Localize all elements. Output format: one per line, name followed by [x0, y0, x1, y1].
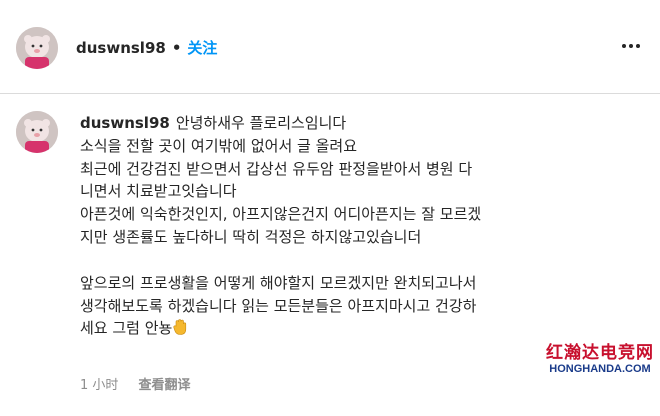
more-dot: [629, 44, 633, 48]
comment-line: 생각해보도록 하겠습니다 읽는 모든분들은 아프지마시고 건강하: [80, 296, 477, 315]
comment-timestamp[interactable]: 1 小时: [80, 378, 118, 393]
comment-line: 세요 그럼 안뇽: [80, 317, 610, 340]
comment-username[interactable]: duswnsl98: [80, 114, 170, 132]
comment-line: 최근에 건강검진 받으면서 갑상선 유두암 판정을받아서 병원 다: [80, 159, 473, 178]
comment-line: 아픈것에 익숙한것인지, 아프지않은건지 어디아픈지는 잘 모르겠: [80, 205, 482, 224]
avatar-image-icon: [16, 27, 58, 69]
comment-line-text: 안녕하새우 플로리스임니다: [175, 114, 347, 132]
comment-line: 니면서 치료받고잇습니다: [80, 182, 237, 201]
comment-meta: 1 小时 查看翻译: [80, 374, 191, 393]
separator-dot: •: [171, 39, 182, 57]
comment-line: 소식을 전할 곳이 여기밖에 없어서 글 올려요: [80, 136, 358, 155]
comment-line: duswnsl98 안녕하새우 플로리스임니다: [80, 112, 610, 135]
more-horizontal-icon[interactable]: [622, 44, 640, 48]
avatar-image-icon: [16, 111, 58, 153]
header-username[interactable]: duswnsl98: [76, 39, 166, 57]
waving-hand-icon: [173, 319, 187, 336]
watermark: 红瀚达电竞网 HONGHANDA.COM: [546, 343, 654, 376]
profile-avatar[interactable]: [16, 27, 58, 69]
comment-blank-line: [80, 249, 610, 272]
more-dot: [636, 44, 640, 48]
header-user-line: duswnsl98 • 关注: [76, 38, 217, 58]
watermark-title: 红瀚达电竞网: [546, 343, 654, 363]
comment-avatar[interactable]: [16, 111, 58, 153]
see-translation-button[interactable]: 查看翻译: [139, 378, 191, 393]
post-header: duswnsl98 • 关注: [0, 0, 660, 94]
watermark-domain: HONGHANDA.COM: [549, 363, 651, 375]
comment-line-text: 세요 그럼 안뇽: [80, 319, 173, 338]
comment-text: duswnsl98 안녕하새우 플로리스임니다 소식을 전할 곳이 여기밖에 없어…: [80, 112, 610, 340]
follow-button[interactable]: 关注: [187, 39, 217, 57]
comment-line: 지만 생존률도 높다하니 딱히 걱정은 하지않고있습니더: [80, 227, 422, 246]
comment-line: 앞으로의 프로생활을 어떻게 해야할지 모르겠지만 완치되고나서: [80, 273, 477, 292]
more-dot: [622, 44, 626, 48]
